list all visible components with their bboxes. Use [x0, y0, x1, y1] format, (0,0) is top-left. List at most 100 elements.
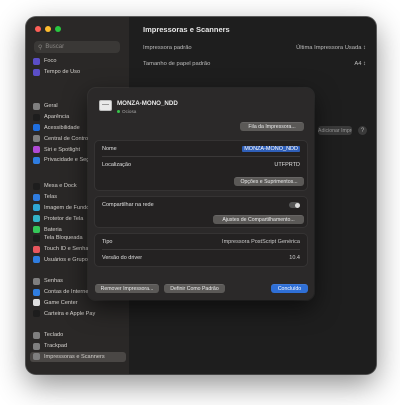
sidebar-item-label: Protetor de Tela [44, 215, 84, 222]
sidebar-item-label: Aparência [44, 114, 70, 121]
keyboard-icon [33, 331, 40, 339]
hourglass-icon [33, 68, 40, 76]
search-icon: ⚲ [38, 44, 43, 51]
help-button[interactable]: ? [358, 126, 367, 135]
printer-details-panel: Nome MONZA-MONO_NDD Localização UTFPRTD … [94, 140, 308, 191]
zoom-window-button[interactable] [55, 26, 61, 32]
lock-icon [33, 234, 40, 242]
divider [102, 249, 300, 250]
wallpaper-icon [33, 204, 40, 212]
users-icon [33, 256, 40, 264]
fingerprint-icon [33, 245, 40, 253]
printer-icon [99, 100, 112, 111]
sidebar-item-label: Senhas [44, 278, 63, 285]
sidebar-group-focus: Foco Tempo de Uso [30, 56, 126, 78]
driver-label: Versão do driver [102, 255, 143, 261]
sidebar-item-label: Tela Bloqueada [44, 235, 83, 242]
status-dot-icon [117, 110, 120, 113]
options-supplies-button[interactable]: Opções e Suprimentos... [234, 177, 304, 186]
share-row: Compartilhar na rede [102, 200, 300, 210]
moon-icon [33, 57, 40, 65]
name-field[interactable]: MONZA-MONO_NDD [242, 146, 300, 152]
sidebar-item-label: Central de Controle [44, 135, 93, 142]
name-label: Nome [102, 146, 117, 152]
remove-printer-button[interactable]: Remover Impressora... [95, 284, 159, 293]
sidebar-item-label: Touch ID e Senha [44, 246, 89, 253]
page-title: Impressoras e Scanners [143, 25, 230, 34]
game-center-icon [33, 299, 40, 307]
add-printer-button[interactable]: Adicionar Impressora, Scanner ou Fax... [318, 126, 352, 135]
sidebar-item-label: Teclado [44, 332, 64, 339]
sharing-panel: Compartilhar na rede Ajustes de Comparti… [94, 196, 308, 228]
type-value: Impressora PostScript Genérica [222, 239, 300, 245]
sidebar-item[interactable]: Tempo de Uso [30, 67, 126, 78]
printer-info-dialog: MONZA-MONO_NDD Ociosa Fila da Impressora… [88, 88, 314, 300]
sidebar-item[interactable]: Trackpad [30, 341, 126, 352]
driver-value: 10.4 [289, 255, 300, 261]
siri-icon [33, 146, 40, 154]
default-printer-row[interactable]: Impressora padrão Última Impressora Usad… [143, 41, 366, 54]
sidebar-item-label: Impressoras e Scanners [44, 353, 105, 360]
search-input[interactable]: ⚲ Buscar [34, 41, 120, 53]
sidebar-item[interactable]: Impressoras e Scanners [30, 351, 126, 363]
location-label: Localização [102, 162, 132, 168]
paper-size-row[interactable]: Tamanho de papel padrão A4 ↕ [143, 57, 366, 70]
sidebar-item-label: Contas de Internet [44, 289, 91, 296]
display-icon [33, 193, 40, 201]
driver-row: Versão do driver 10.4 [102, 253, 300, 263]
sidebar-item-label: Tempo de Uso [44, 69, 81, 76]
dock-icon [33, 182, 40, 190]
sidebar-item[interactable]: Teclado [30, 330, 126, 341]
accessibility-icon [33, 124, 40, 132]
close-window-button[interactable] [35, 26, 41, 32]
minimize-window-button[interactable] [45, 26, 51, 32]
control-center-icon [33, 135, 40, 143]
share-toggle[interactable] [289, 202, 300, 208]
sidebar-item-label: Siri e Spotlight [44, 146, 81, 153]
wallet-icon [33, 310, 40, 318]
window-controls [35, 26, 61, 32]
trackpad-icon [33, 342, 40, 350]
paper-size-select[interactable]: A4 ↕ [354, 61, 366, 67]
type-row: Tipo Impressora PostScript Genérica [102, 237, 300, 247]
sidebar-item-label: Trackpad [44, 343, 68, 350]
default-printer-label: Impressora padrão [143, 44, 192, 51]
name-row: Nome MONZA-MONO_NDD [102, 144, 300, 154]
location-field[interactable]: UTFPRTD [274, 162, 300, 168]
sidebar-group-input: Teclado Trackpad Impressoras e Scanners [30, 330, 126, 363]
status-text: Ociosa [122, 109, 137, 114]
type-label: Tipo [102, 239, 113, 245]
sidebar-item[interactable]: Foco [30, 56, 126, 67]
share-label: Compartilhar na rede [102, 202, 154, 208]
paper-size-label: Tamanho de papel padrão [143, 60, 211, 67]
screensaver-icon [33, 215, 40, 223]
dialog-printer-name: MONZA-MONO_NDD [117, 100, 178, 107]
sidebar-item-label: Mesa e Dock [44, 183, 77, 190]
done-button[interactable]: Concluído [271, 284, 308, 293]
printer-status: Ociosa [117, 109, 136, 114]
sidebar-item-label: Imagem de Fundo [44, 204, 90, 211]
divider [102, 156, 300, 157]
sidebar-item-label: Usuários e Grupos [44, 256, 91, 263]
location-row: Localização UTFPRTD [102, 160, 300, 170]
sidebar-item-label: Geral [44, 103, 58, 110]
printer-icon [33, 353, 40, 361]
sidebar-item[interactable]: Carteira e Apple Pay [30, 308, 126, 319]
gear-icon [33, 102, 40, 110]
sidebar-item-label: Game Center [44, 299, 78, 306]
set-default-button[interactable]: Definir Como Padrão [164, 284, 225, 293]
sidebar-item-label: Bateria [44, 226, 62, 233]
appearance-icon [33, 113, 40, 121]
search-placeholder: Buscar [45, 44, 65, 50]
key-icon [33, 277, 40, 285]
sidebar-item-label: Acessibilidade [44, 124, 80, 131]
sidebar-item-label: Telas [44, 194, 58, 201]
sidebar-item-label: Carteira e Apple Pay [44, 310, 96, 317]
default-printer-select[interactable]: Última Impressora Usada ↕ [296, 45, 366, 51]
hand-icon [33, 156, 40, 164]
sharing-settings-button[interactable]: Ajustes de Compartilhamento... [213, 215, 304, 224]
print-queue-button[interactable]: Fila da Impressora... [240, 122, 304, 131]
at-icon [33, 288, 40, 296]
sidebar-item-label: Foco [44, 58, 57, 65]
driver-panel: Tipo Impressora PostScript Genérica Vers… [94, 233, 308, 267]
